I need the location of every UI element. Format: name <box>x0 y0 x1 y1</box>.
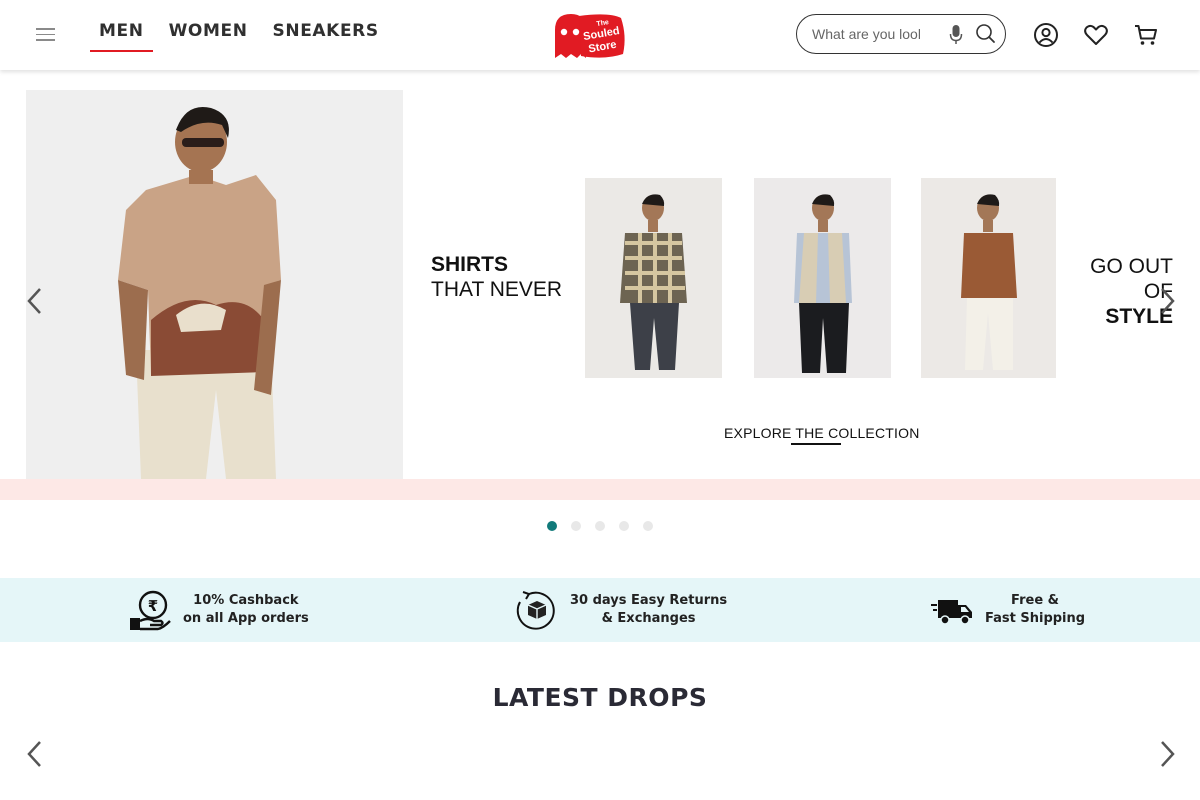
banner-headline: SHIRTS THAT NEVER <box>431 252 562 302</box>
search-icon[interactable] <box>975 23 996 44</box>
benefit-cashback-line2: on all App orders <box>183 611 309 626</box>
benefit-returns-line1: 30 days Easy Returns <box>570 593 728 608</box>
banner-line-2: THAT NEVER <box>431 278 563 301</box>
benefit-cashback-text: 10% Cashback on all App orders <box>183 592 309 628</box>
carousel-dot-5[interactable] <box>643 521 653 531</box>
explore-collection-link[interactable]: EXPLORE THE COLLECTION <box>724 425 920 441</box>
explore-underline <box>791 443 841 445</box>
hero-prev-arrow-icon[interactable] <box>25 286 45 316</box>
benefit-returns: 30 days Easy Returns & Exchanges <box>515 578 727 642</box>
cart-icon[interactable] <box>1133 22 1159 48</box>
carousel-dot-1[interactable] <box>547 521 557 531</box>
product-image-rust-shirt <box>921 178 1056 378</box>
latest-drops-title: LATEST DROPS <box>492 683 708 712</box>
benefit-cashback-line1: 10% Cashback <box>193 593 299 608</box>
benefit-shipping-line1: Free & <box>1011 593 1060 608</box>
tab-women[interactable]: WOMEN <box>160 0 257 70</box>
returns-icon <box>516 591 555 630</box>
mic-icon[interactable] <box>949 24 963 46</box>
svg-text:₹: ₹ <box>148 597 158 615</box>
drops-prev-arrow-icon[interactable] <box>25 739 45 769</box>
benefit-cashback: ₹ 10% Cashback on all App orders <box>128 578 309 642</box>
souled-store-logo[interactable]: The Souled Store <box>551 10 629 62</box>
benefit-returns-line2: & Exchanges <box>601 611 696 626</box>
hero-next-arrow-icon[interactable] <box>1157 286 1177 316</box>
carousel-dot-3[interactable] <box>595 521 605 531</box>
tab-sneakers[interactable]: SNEAKERS <box>264 0 388 70</box>
benefits-strip: ₹ 10% Cashback on all App orders 30 days… <box>0 578 1200 642</box>
banner-line-1: SHIRTS <box>431 253 509 276</box>
product-image-stripe-shirt <box>754 178 891 378</box>
search-bar[interactable] <box>796 14 1006 54</box>
carousel-dot-2[interactable] <box>571 521 581 531</box>
benefit-shipping-text: Free & Fast Shipping <box>985 592 1085 628</box>
drops-next-arrow-icon[interactable] <box>1157 739 1177 769</box>
wishlist-icon[interactable] <box>1083 22 1109 48</box>
carousel-dots <box>547 521 667 531</box>
banner-line-3: GO OUT <box>1090 255 1173 278</box>
tab-men[interactable]: MEN <box>90 0 153 70</box>
carousel-dot-4[interactable] <box>619 521 629 531</box>
category-nav: MEN WOMEN SNEAKERS <box>90 0 395 70</box>
hero-carousel[interactable]: SHIRTS THAT NEVER GO OUT OF STYLE EXPLOR… <box>0 70 1200 500</box>
menu-icon[interactable] <box>36 28 55 41</box>
account-icon[interactable] <box>1033 22 1059 48</box>
hero-model-image <box>26 90 403 479</box>
benefit-returns-text: 30 days Easy Returns & Exchanges <box>570 592 727 628</box>
cashback-icon: ₹ <box>130 590 171 631</box>
search-input[interactable] <box>812 26 920 42</box>
benefit-shipping-line2: Fast Shipping <box>985 611 1086 626</box>
shipping-truck-icon <box>931 600 972 625</box>
site-header: MEN WOMEN SNEAKERS The Souled Store <box>0 0 1200 70</box>
hero-bottom-band <box>0 479 1200 500</box>
product-image-plaid-shirt <box>585 178 722 378</box>
benefit-shipping: Free & Fast Shipping <box>930 578 1085 642</box>
